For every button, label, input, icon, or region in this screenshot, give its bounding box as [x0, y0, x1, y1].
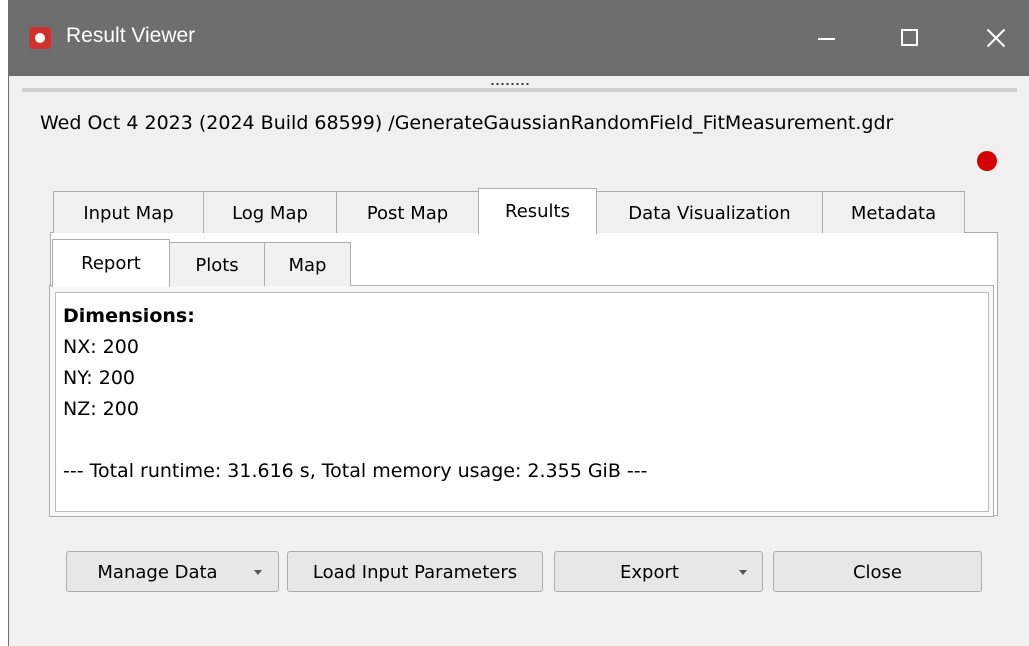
results-subtab-bar: Report Plots Map: [52, 238, 351, 287]
tab-log-map[interactable]: Log Map: [203, 191, 337, 233]
tab-results[interactable]: Results: [478, 188, 597, 234]
report-line: [63, 425, 988, 456]
report-text-area[interactable]: Dimensions: NX: 200 NY: 200 NZ: 200 --- …: [55, 292, 989, 512]
result-file-path: Wed Oct 4 2023 (2024 Build 68599) /Gener…: [40, 112, 894, 134]
close-label: Close: [852, 562, 903, 583]
subtab-report[interactable]: Report: [52, 239, 170, 287]
manage-data-button[interactable]: Manage Data: [66, 551, 279, 592]
export-button[interactable]: Export: [554, 551, 763, 592]
tab-post-map[interactable]: Post Map: [336, 191, 479, 233]
tab-metadata[interactable]: Metadata: [822, 191, 965, 233]
splitter-handle[interactable]: [22, 88, 1017, 92]
title-bar[interactable]: Result Viewer: [9, 0, 1029, 76]
report-line: NX: 200: [63, 336, 139, 358]
manage-data-label: Manage Data: [97, 562, 218, 583]
subtab-plots[interactable]: Plots: [169, 242, 265, 286]
splitter-grip-icon[interactable]: [490, 81, 530, 87]
maximize-icon[interactable]: [887, 18, 933, 58]
status-indicator: [977, 151, 997, 171]
main-tab-bar: Input Map Log Map Post Map Results Data …: [53, 188, 965, 234]
report-line: NY: 200: [63, 367, 136, 389]
minimize-icon[interactable]: [803, 18, 849, 58]
window-title: Result Viewer: [66, 24, 196, 47]
report-summary-line: --- Total runtime: 31.616 s, Total memor…: [63, 460, 648, 482]
subtab-map[interactable]: Map: [264, 242, 351, 286]
export-label: Export: [620, 562, 679, 583]
load-input-parameters-label: Load Input Parameters: [312, 562, 518, 583]
tab-data-visualization[interactable]: Data Visualization: [596, 191, 823, 233]
close-button[interactable]: Close: [773, 551, 982, 592]
report-heading: Dimensions:: [63, 305, 195, 327]
dropdown-arrow-icon: [254, 570, 262, 575]
close-icon[interactable]: [972, 18, 1018, 58]
load-input-parameters-button[interactable]: Load Input Parameters: [287, 551, 543, 592]
app-icon: [29, 27, 51, 49]
tab-input-map[interactable]: Input Map: [53, 191, 204, 233]
report-line: NZ: 200: [63, 398, 139, 420]
dropdown-arrow-icon: [739, 570, 747, 575]
